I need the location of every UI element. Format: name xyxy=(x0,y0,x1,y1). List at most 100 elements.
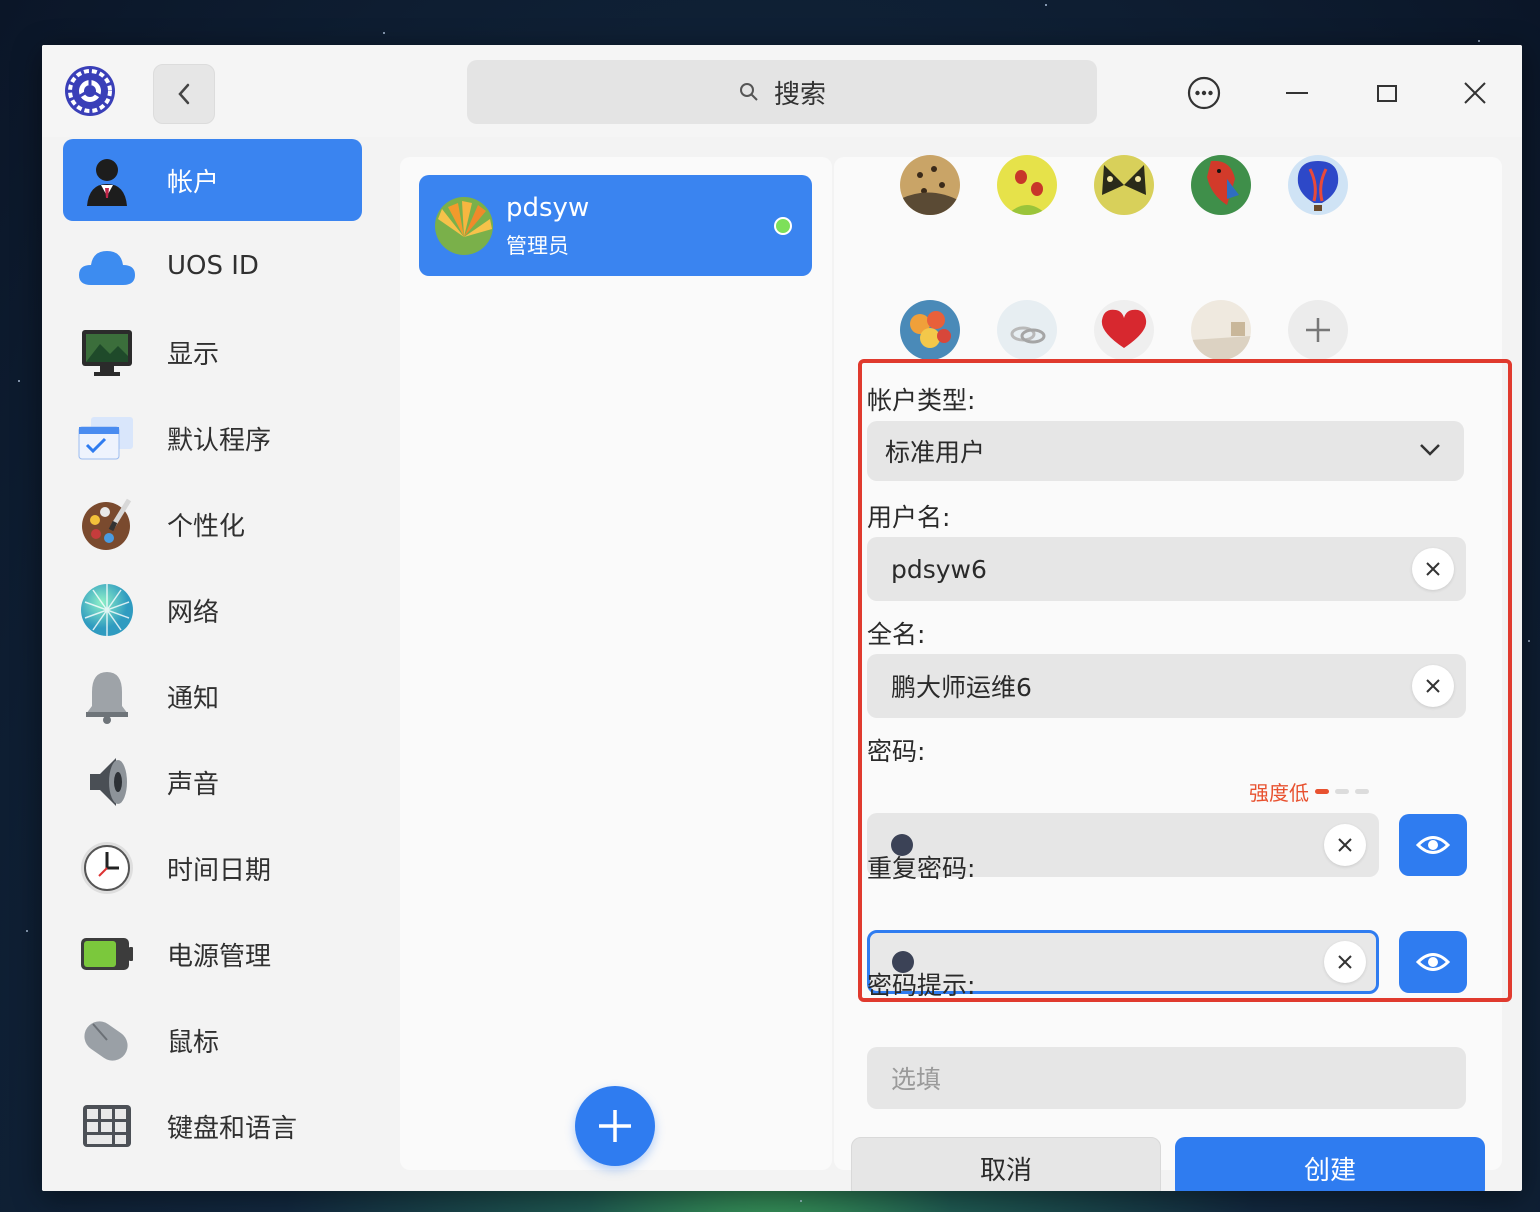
close-button[interactable] xyxy=(1453,71,1497,115)
password-strength-indicator: 强度低 xyxy=(1249,777,1369,806)
sidebar-item-accounts[interactable]: 帐户 xyxy=(63,139,362,221)
account-type-value: 标准用户 xyxy=(885,438,986,467)
online-status-indicator xyxy=(774,217,792,235)
back-button[interactable] xyxy=(153,64,215,124)
strength-segment xyxy=(1335,789,1349,794)
search-placeholder: 搜索 xyxy=(773,79,826,110)
main-menu-button[interactable] xyxy=(1182,71,1226,115)
sidebar-item-sound[interactable]: 声音 xyxy=(63,741,362,823)
sidebar-item-label: 鼠标 xyxy=(167,1027,220,1058)
sidebar-item-label: 声音 xyxy=(167,769,220,800)
sidebar-item-network[interactable]: 网络 xyxy=(63,569,362,651)
strength-segment xyxy=(1355,789,1369,794)
sidebar-item-label: 帐户 xyxy=(167,167,220,198)
plus-icon xyxy=(1306,318,1330,342)
clear-password-button[interactable] xyxy=(1324,824,1366,866)
user-avatar xyxy=(435,197,493,255)
account-icon xyxy=(77,150,137,210)
account-type-select[interactable]: 标准用户 xyxy=(867,421,1464,481)
sidebar: 帐户 UOS ID 显示 默认程序 个性化 网络 通知 声音 时间日期 电源管理… xyxy=(42,137,382,1191)
sidebar-item-power[interactable]: 电源管理 xyxy=(63,913,362,995)
fullname-field[interactable]: 鹏大师运维6 xyxy=(867,654,1466,718)
minimize-button[interactable] xyxy=(1275,71,1319,115)
avatar-option-room[interactable] xyxy=(1191,300,1251,360)
plus-icon xyxy=(599,1110,631,1142)
username-value: pdsyw6 xyxy=(891,554,987,584)
control-center-logo-icon xyxy=(64,65,116,117)
avatar-option-rings[interactable] xyxy=(997,300,1057,360)
close-icon xyxy=(1338,838,1352,852)
user-list-panel: pdsyw 管理员 xyxy=(400,157,832,1170)
search-input[interactable]: 搜索 xyxy=(467,60,1097,124)
add-user-button[interactable] xyxy=(575,1086,655,1166)
eye-icon xyxy=(1416,953,1450,971)
settings-window: 搜索 帐户 UOS ID 显示 默认程序 个性化 网络 通知 声音 时间日期 电… xyxy=(42,45,1522,1191)
display-icon xyxy=(77,322,137,382)
battery-icon xyxy=(77,924,137,984)
chevron-down-icon xyxy=(1420,444,1440,456)
sidebar-item-label: 通知 xyxy=(167,683,220,714)
sidebar-item-default-apps[interactable]: 默认程序 xyxy=(63,397,362,479)
sidebar-item-mouse[interactable]: 鼠标 xyxy=(63,999,362,1081)
repeat-password-label: 重复密码: xyxy=(867,854,976,883)
user-list-item[interactable]: pdsyw 管理员 xyxy=(419,175,812,276)
toggle-repeat-password-visibility-button[interactable] xyxy=(1399,931,1467,993)
maximize-icon xyxy=(1377,85,1397,102)
fullname-label: 全名: xyxy=(867,620,926,649)
close-icon xyxy=(1426,679,1440,693)
password-strength-text: 强度低 xyxy=(1249,781,1309,805)
sidebar-item-notifications[interactable]: 通知 xyxy=(63,655,362,737)
password-hint-field[interactable]: 选填 xyxy=(867,1047,1466,1109)
new-user-form: 帐户类型: 标准用户 用户名: pdsyw6 全名: 鹏大师运维6 密码: 强度… xyxy=(834,155,1502,1191)
maximize-button[interactable] xyxy=(1365,71,1409,115)
password-hint-label: 密码提示: xyxy=(867,971,976,1000)
cancel-button[interactable]: 取消 xyxy=(851,1137,1161,1191)
minimize-icon xyxy=(1286,92,1308,94)
default-apps-icon xyxy=(77,408,137,468)
strength-segment xyxy=(1315,789,1329,794)
clear-username-button[interactable] xyxy=(1412,548,1454,590)
username-label: 用户名: xyxy=(867,503,951,532)
sidebar-item-display[interactable]: 显示 xyxy=(63,311,362,393)
sidebar-item-label: 时间日期 xyxy=(167,855,272,886)
password-label: 密码: xyxy=(867,737,926,766)
avatar-option-ladybug[interactable] xyxy=(997,155,1057,215)
sidebar-item-label: UOS ID xyxy=(167,251,259,281)
sidebar-item-label: 默认程序 xyxy=(167,425,272,456)
avatar-option-heart[interactable] xyxy=(1094,300,1154,360)
sidebar-item-datetime[interactable]: 时间日期 xyxy=(63,827,362,909)
avatar-option-balloons[interactable] xyxy=(900,300,960,360)
sidebar-item-label: 键盘和语言 xyxy=(167,1113,298,1144)
network-icon xyxy=(77,580,137,640)
avatar-option-leopard[interactable] xyxy=(900,155,960,215)
chevron-left-icon xyxy=(178,83,190,105)
sidebar-item-label: 网络 xyxy=(167,597,220,628)
close-icon xyxy=(1338,955,1352,969)
palette-icon xyxy=(77,494,137,554)
more-icon xyxy=(1187,76,1221,110)
speaker-icon xyxy=(77,752,137,812)
sidebar-item-personalization[interactable]: 个性化 xyxy=(63,483,362,565)
sidebar-item-keyboard[interactable]: 键盘和语言 xyxy=(63,1085,362,1167)
add-avatar-button[interactable] xyxy=(1288,300,1348,360)
clock-icon xyxy=(77,838,137,898)
create-button[interactable]: 创建 xyxy=(1175,1137,1485,1191)
sidebar-item-uos-id[interactable]: UOS ID xyxy=(63,225,362,307)
title-bar: 搜索 xyxy=(42,45,1522,137)
sidebar-item-label: 个性化 xyxy=(167,511,246,542)
search-icon xyxy=(739,83,758,101)
avatar-option-balloon[interactable] xyxy=(1288,155,1348,215)
avatar-option-parrot[interactable] xyxy=(1191,155,1251,215)
mouse-icon xyxy=(77,1010,137,1070)
keyboard-icon xyxy=(77,1096,137,1156)
eye-icon xyxy=(1416,836,1450,854)
username-field[interactable]: pdsyw6 xyxy=(867,537,1466,601)
fullname-value: 鹏大师运维6 xyxy=(891,673,1032,702)
close-icon xyxy=(1464,82,1486,104)
clear-repeat-password-button[interactable] xyxy=(1324,941,1366,983)
toggle-password-visibility-button[interactable] xyxy=(1399,814,1467,876)
clear-fullname-button[interactable] xyxy=(1412,665,1454,707)
cloud-icon xyxy=(77,236,137,296)
avatar-option-butterfly[interactable] xyxy=(1094,155,1154,215)
sidebar-item-label: 显示 xyxy=(167,339,220,370)
